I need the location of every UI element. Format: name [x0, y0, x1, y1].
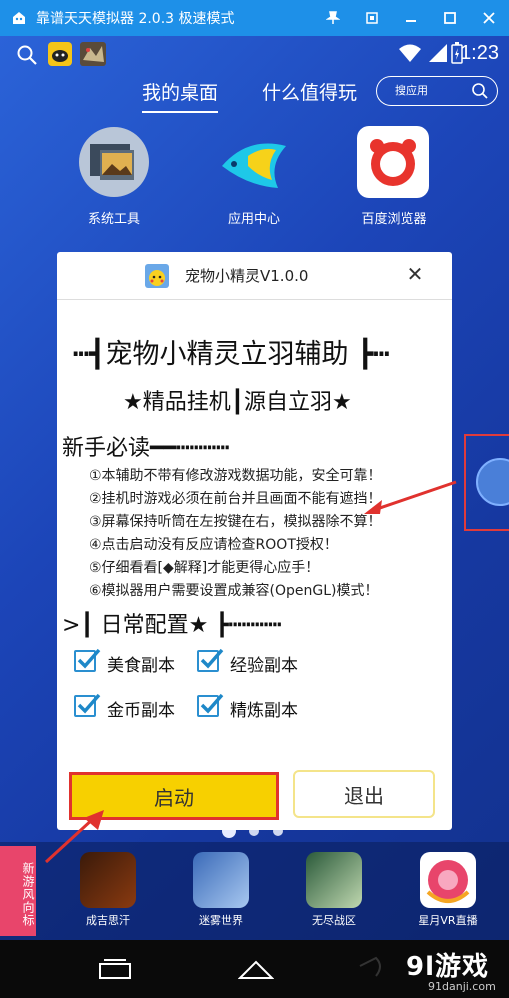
notice-line: ④点击启动没有反应请检查ROOT授权！ — [89, 537, 338, 553]
starmoon-vr-icon — [420, 852, 476, 908]
checkbox-label[interactable]: 精炼副本 — [230, 696, 298, 721]
annotation-arrow — [44, 810, 104, 864]
dialog-subheading: ★精品挂机┃源自立羽★ — [123, 390, 352, 415]
annotation-arrow — [364, 480, 457, 514]
dialog-title: 宠物小精灵V1.0.0 — [185, 267, 309, 285]
search-icon[interactable] — [16, 44, 38, 70]
search-input[interactable]: 搜应用 — [376, 76, 498, 106]
checkbox-refine-dungeon[interactable] — [197, 693, 224, 717]
home-icon[interactable] — [237, 958, 275, 984]
close-icon[interactable]: ✕ — [403, 262, 427, 286]
checkbox-label[interactable]: 经验副本 — [230, 651, 298, 676]
app-notification-icon — [48, 42, 72, 70]
navigation-bar: 9l游戏 91danji.com — [0, 940, 509, 998]
tab-my-desktop[interactable]: 我的桌面 — [142, 78, 219, 113]
game-notification-icon — [80, 42, 106, 70]
system-tools-label: 系统工具 — [87, 212, 140, 227]
launcher-tabs: 我的桌面 什么值得玩 搜应用 — [0, 74, 509, 114]
dock-app-label: 迷雾世界 — [199, 914, 243, 927]
restore-icon[interactable] — [353, 0, 391, 36]
tab-recommend[interactable]: 什么值得玩 — [262, 78, 357, 105]
signal-icon — [428, 43, 448, 67]
checkbox-label[interactable]: 金币副本 — [107, 696, 175, 721]
dock-app[interactable]: 星月VR直播 — [408, 852, 488, 928]
checkbox-label[interactable]: 美食副本 — [107, 651, 175, 676]
back-icon[interactable] — [356, 954, 386, 984]
notice-line: ②挂机时游戏必须在前台并且画面不能有遮挡！ — [89, 491, 382, 507]
system-tools-icon[interactable] — [78, 126, 150, 198]
clock: 1:23 — [460, 42, 499, 64]
checkbox-exp-dungeon[interactable] — [197, 648, 224, 672]
dock-app[interactable]: 无尽战区 — [294, 852, 374, 928]
watermark-brand: 9l游戏 — [406, 952, 490, 982]
maximize-icon[interactable] — [431, 0, 469, 36]
search-placeholder: 搜应用 — [395, 84, 428, 97]
pin-icon[interactable] — [314, 0, 352, 36]
search-icon — [471, 82, 489, 111]
minimize-icon[interactable] — [392, 0, 430, 36]
notice-line: ⑤仔细看看[◆解释]才能更得心应手！ — [89, 560, 320, 576]
baidu-browser-label: 百度浏览器 — [361, 212, 427, 227]
dialog-heading: ┅┫宠物小精灵立羽辅助 ┣┅ — [73, 339, 390, 370]
app-center-icon[interactable] — [218, 126, 290, 198]
android-screen: 1:23 我的桌面 什么值得玩 搜应用 系统工具 应用中心 百度浏览器 新游风向… — [0, 36, 509, 940]
mist-world-icon — [193, 852, 249, 908]
dock-app-label: 星月VR直播 — [418, 914, 478, 927]
checkbox-food-dungeon[interactable] — [74, 648, 101, 672]
watermark-url: 91danji.com — [428, 980, 496, 993]
dialog-header: 宠物小精灵V1.0.0 ✕ — [57, 252, 452, 300]
notice-line: ⑥模拟器用户需要设置成兼容(OpenGL)模式！ — [89, 583, 379, 599]
dock-app[interactable]: 迷雾世界 — [181, 852, 261, 928]
highlight-box — [464, 434, 509, 531]
baidu-browser-icon[interactable] — [357, 126, 429, 198]
section-config: >┃ 日常配置★ ┣┅┅┅┅ — [62, 613, 282, 638]
checkbox-gold-dungeon[interactable] — [74, 693, 101, 717]
emulator-title: 靠谱天天模拟器 2.0.3 极速模式 — [36, 11, 235, 27]
wifi-icon — [398, 43, 422, 67]
dock-app-label: 成吉思汗 — [86, 914, 130, 927]
emulator-titlebar: 靠谱天天模拟器 2.0.3 极速模式 — [0, 0, 509, 36]
section-notice: 新手必读━━┅┅┅┅ — [62, 436, 230, 461]
recent-apps-icon[interactable] — [98, 958, 132, 984]
plugin-dialog: 宠物小精灵V1.0.0 ✕ ┅┫宠物小精灵立羽辅助 ┣┅ ★精品挂机┃源自立羽★… — [57, 252, 452, 830]
new-games-tag[interactable]: 新游风向标 — [0, 846, 36, 936]
dock-app-label: 无尽战区 — [312, 914, 356, 927]
status-bar: 1:23 — [0, 36, 509, 76]
close-icon[interactable] — [470, 0, 508, 36]
endless-war-icon — [306, 852, 362, 908]
exit-button[interactable]: 退出 — [293, 770, 435, 818]
emulator-logo-icon — [8, 7, 30, 29]
app-center-label: 应用中心 — [227, 212, 280, 227]
pikachu-icon — [145, 264, 169, 288]
notice-line: ①本辅助不带有修改游戏数据功能，安全可靠！ — [89, 468, 382, 484]
notice-line: ③屏幕保持听筒在左按键在右，模拟器除不算！ — [89, 514, 382, 530]
